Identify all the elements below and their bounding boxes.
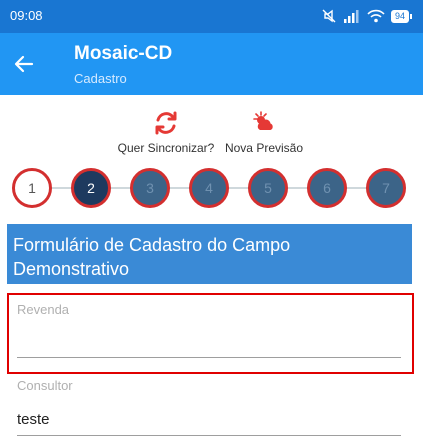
step-2[interactable]: 2 (71, 168, 111, 208)
status-time: 09:08 (10, 8, 43, 23)
sync-icon (155, 111, 177, 135)
mute-icon (322, 9, 336, 23)
step-1[interactable]: 1 (12, 168, 52, 208)
battery-icon: 94 (390, 9, 413, 23)
back-arrow-icon[interactable] (12, 52, 36, 76)
app-title: Mosaic-CD (74, 43, 173, 64)
consultor-underline (17, 435, 401, 436)
revenda-input[interactable] (17, 330, 401, 354)
revenda-label: Revenda (17, 302, 70, 317)
app-bar: Mosaic-CD Cadastro (0, 33, 423, 95)
sync-button[interactable]: Quer Sincronizar? (112, 110, 220, 155)
forecast-label: Nova Previsão (224, 141, 304, 155)
weather-icon (253, 111, 273, 130)
form-title: Formulário de Cadastro do Campo Demonstr… (7, 224, 412, 284)
consultor-input[interactable]: teste (17, 411, 401, 428)
status-icons: 94 (321, 7, 413, 25)
step-5[interactable]: 5 (248, 168, 288, 208)
status-bar: 09:08 94 (0, 0, 423, 33)
step-indicator: 1 2 3 4 5 6 7 (12, 168, 408, 208)
step-6[interactable]: 6 (307, 168, 347, 208)
step-3[interactable]: 3 (130, 168, 170, 208)
signal-icon (343, 10, 359, 23)
step-4[interactable]: 4 (189, 168, 229, 208)
forecast-button[interactable]: Nova Previsão (220, 110, 308, 155)
step-7[interactable]: 7 (366, 168, 406, 208)
wifi-icon (367, 9, 385, 23)
sync-label: Quer Sincronizar? (117, 141, 215, 155)
revenda-underline (17, 357, 401, 358)
consultor-label: Consultor (17, 378, 73, 393)
app-subtitle: Cadastro (74, 71, 127, 86)
